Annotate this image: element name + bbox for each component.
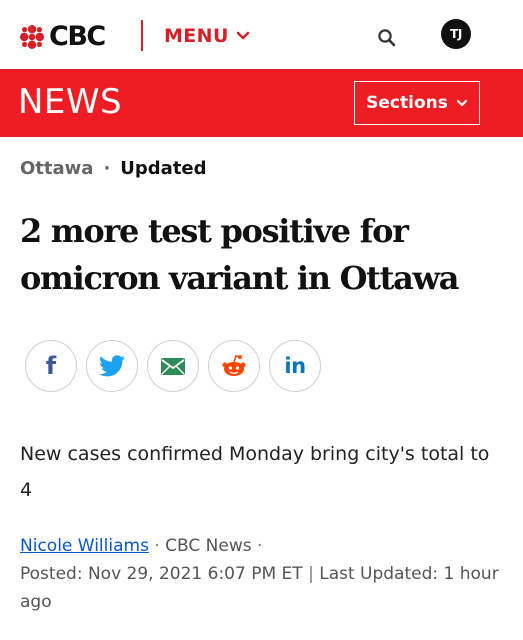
article-meta: Ottawa · Updated: [20, 156, 207, 180]
source-label: CBC News: [165, 536, 252, 556]
byline-separator: ·: [154, 536, 160, 556]
cbc-wordmark: CBC: [49, 21, 106, 52]
share-email-button[interactable]: [147, 340, 199, 392]
author-link[interactable]: Nicole Williams: [20, 536, 149, 556]
search-button[interactable]: [376, 27, 398, 49]
email-icon: [161, 357, 185, 375]
page: CBC MENU TJ NEWS Sections Ottawa · Updat…: [0, 0, 523, 640]
byline: Nicole Williams · CBC News · Posted: Nov…: [20, 532, 500, 616]
nav-divider: [141, 20, 143, 51]
reddit-icon: [222, 355, 246, 376]
facebook-icon: f: [45, 352, 57, 380]
share-facebook-button[interactable]: f: [25, 340, 77, 392]
chevron-down-icon: [236, 31, 250, 40]
article-deck: New cases confirmed Monday bring city's …: [20, 443, 490, 501]
top-nav: CBC MENU TJ: [0, 0, 523, 69]
share-bar: f in: [25, 340, 321, 392]
sections-label: Sections: [366, 93, 448, 113]
timestamp-separator: |: [308, 564, 314, 584]
avatar[interactable]: TJ: [441, 19, 471, 49]
share-twitter-button[interactable]: [86, 340, 138, 392]
twitter-icon: [99, 355, 125, 377]
linkedin-icon: in: [284, 354, 306, 378]
headline: 2 more test positive for omicron variant…: [20, 212, 460, 297]
byline-separator: ·: [257, 536, 263, 556]
posted-timestamp: Posted: Nov 29, 2021 6:07 PM ET: [20, 564, 303, 584]
share-reddit-button[interactable]: [208, 340, 260, 392]
share-linkedin-button[interactable]: in: [269, 340, 321, 392]
cbc-logo[interactable]: CBC: [20, 21, 106, 52]
news-title[interactable]: NEWS: [18, 82, 122, 122]
news-bar: NEWS Sections: [0, 69, 523, 137]
menu-button[interactable]: MENU: [164, 21, 250, 51]
sections-button[interactable]: Sections: [354, 81, 480, 125]
search-icon: [378, 29, 396, 47]
meta-separator: ·: [103, 157, 111, 179]
section-link[interactable]: Ottawa: [20, 158, 93, 179]
menu-label: MENU: [164, 25, 229, 47]
cbc-gem-icon: [20, 25, 44, 49]
chevron-down-icon: [456, 99, 467, 106]
updated-label: Updated: [120, 157, 207, 179]
